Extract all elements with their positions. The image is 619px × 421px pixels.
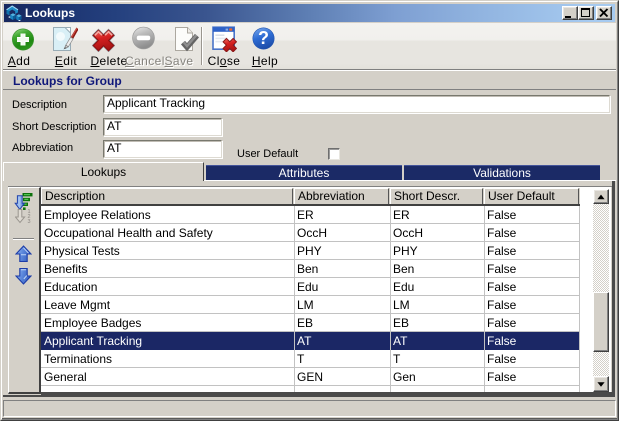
svg-text:?: ? — [258, 28, 269, 48]
svg-text:3: 3 — [28, 219, 31, 224]
